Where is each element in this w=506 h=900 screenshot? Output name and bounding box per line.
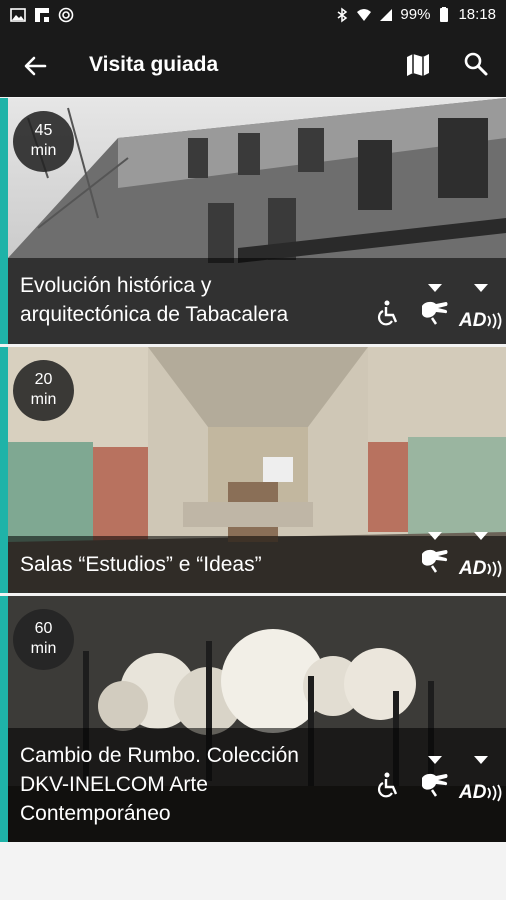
audio-waves-icon xyxy=(486,560,502,578)
sync-icon xyxy=(58,7,74,23)
duration-badge: 60 min xyxy=(13,609,74,670)
duration-badge: 20 min xyxy=(13,360,74,421)
bluetooth-icon xyxy=(334,7,350,23)
card-caption: Evolución histórica y arquitectónica de … xyxy=(8,258,506,344)
sign-language-icon xyxy=(418,532,452,576)
duration-unit: min xyxy=(30,142,57,159)
sign-language-icon xyxy=(418,284,452,328)
wheelchair-icon xyxy=(377,772,401,798)
duration-unit: min xyxy=(30,640,57,657)
tour-card[interactable]: 20 min Salas “Estudios” e “Ideas” AD xyxy=(0,347,506,593)
signal-icon xyxy=(378,7,394,23)
battery-level: 99% xyxy=(400,6,431,23)
battery-icon xyxy=(436,6,452,23)
tour-title-line: Contemporáneo xyxy=(20,802,171,825)
audio-description-label: AD xyxy=(459,310,487,331)
tour-title-line: Evolución histórica y xyxy=(20,274,212,297)
map-icon[interactable] xyxy=(404,51,432,79)
duration-value: 60 xyxy=(34,620,53,637)
page-title: Visita guiada xyxy=(89,53,219,76)
card-accent xyxy=(0,347,8,593)
audio-waves-icon xyxy=(486,312,502,330)
app-bar: Visita guiada xyxy=(0,33,506,97)
card-accent xyxy=(0,596,8,842)
card-caption: Salas “Estudios” e “Ideas” AD xyxy=(8,532,506,593)
tour-title: Evolución histórica y arquitectónica de … xyxy=(20,271,288,329)
card-accent xyxy=(0,98,8,344)
audio-description-label: AD xyxy=(459,782,487,803)
tour-title-line: arquitectónica de Tabacalera xyxy=(20,303,289,326)
duration-value: 20 xyxy=(34,371,53,388)
tour-title-line: Salas “Estudios” e “Ideas” xyxy=(20,553,262,576)
tour-title: Cambio de Rumbo. Colección DKV-INELCOM A… xyxy=(20,741,299,828)
clock: 18:18 xyxy=(458,6,496,23)
audio-description-label: AD xyxy=(459,558,487,579)
search-icon[interactable] xyxy=(462,50,490,78)
arrow-left-icon[interactable] xyxy=(20,51,50,81)
duration-value: 45 xyxy=(34,122,53,139)
tour-card[interactable]: 45 min Evolución histórica y arquitectón… xyxy=(0,98,506,344)
flipboard-icon xyxy=(34,7,50,23)
sign-language-icon xyxy=(418,756,452,800)
audio-waves-icon xyxy=(486,784,502,802)
wifi-icon xyxy=(356,7,372,23)
tour-title-line: DKV-INELCOM Arte xyxy=(20,773,208,796)
duration-badge: 45 min xyxy=(13,111,74,172)
image-icon xyxy=(10,7,26,23)
card-caption: Cambio de Rumbo. Colección DKV-INELCOM A… xyxy=(8,728,506,842)
wheelchair-icon xyxy=(377,300,401,326)
tour-title: Salas “Estudios” e “Ideas” xyxy=(20,550,262,579)
tour-card[interactable]: 60 min Cambio de Rumbo. Colección DKV-IN… xyxy=(0,596,506,842)
duration-unit: min xyxy=(30,391,57,408)
status-bar: 99% 18:18 xyxy=(0,0,506,33)
tour-title-line: Cambio de Rumbo. Colección xyxy=(20,744,299,767)
